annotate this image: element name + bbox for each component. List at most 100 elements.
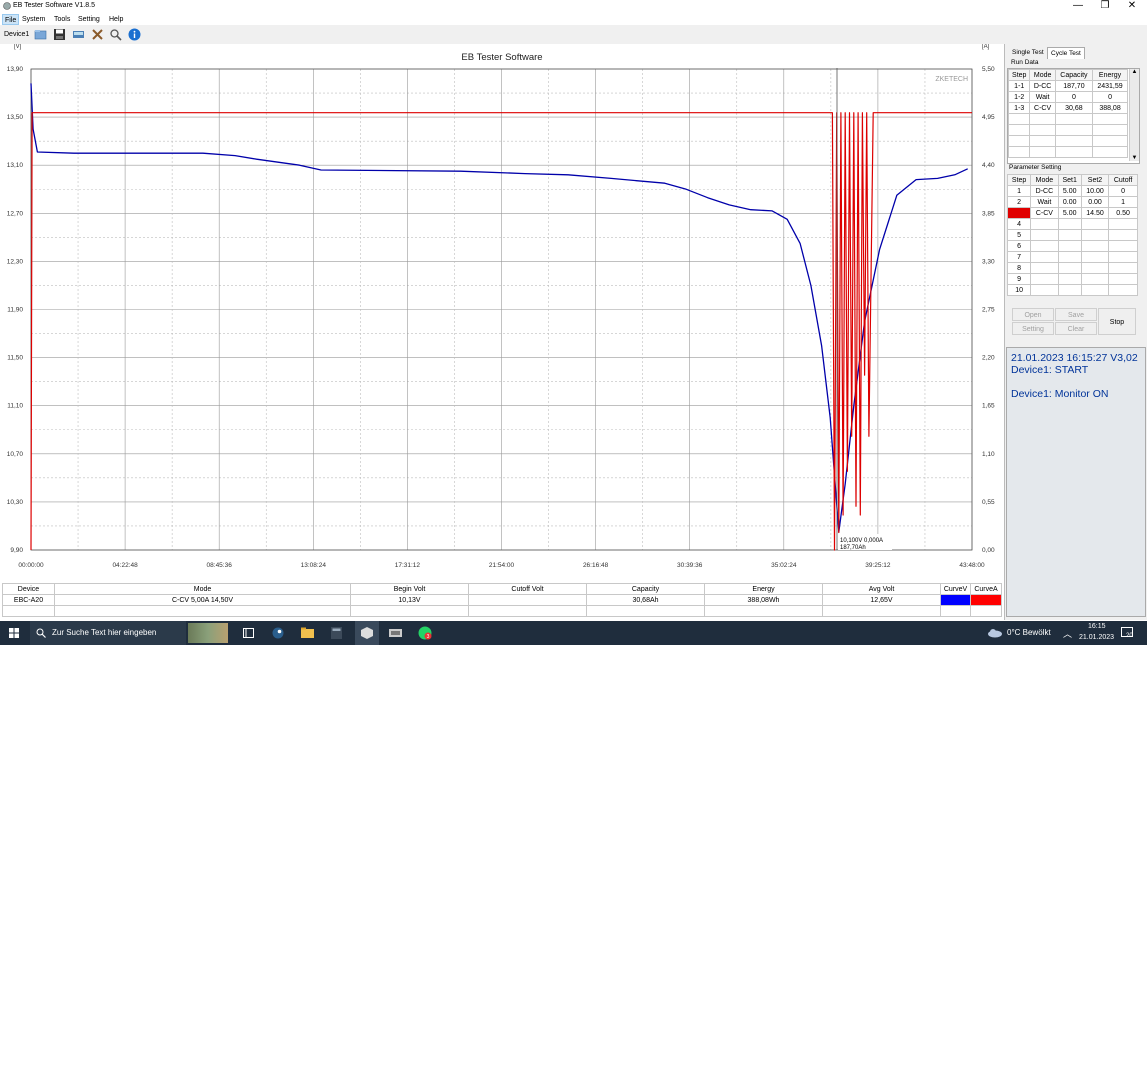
table-row-active[interactable]: 3 C-CV 5.00 14.50 0.50	[1006, 207, 1138, 219]
cell: 0	[1092, 91, 1128, 103]
header-capacity: Capacity	[586, 583, 705, 595]
device-status-table[interactable]: Device Mode Begin Volt Cutoff Volt Capac…	[2, 583, 1002, 617]
tab-single-test[interactable]: Single Test	[1009, 47, 1047, 58]
open-button[interactable]: Open	[1012, 308, 1054, 321]
cell: 388,08	[1092, 102, 1128, 114]
task-view-icon[interactable]	[243, 628, 254, 638]
table-row[interactable]: 6	[1006, 240, 1138, 252]
monitor-icon[interactable]	[72, 28, 85, 41]
cell-mode: C-CV 5,00A 14,50V	[54, 594, 351, 606]
tools-icon[interactable]	[91, 28, 104, 41]
y2-tick-label: 4,40	[982, 162, 995, 169]
clear-button[interactable]: Clear	[1055, 322, 1097, 335]
setting-button[interactable]: Setting	[1012, 322, 1054, 335]
save-button[interactable]: Save	[1055, 308, 1097, 321]
steam-icon[interactable]	[272, 627, 284, 639]
stop-button[interactable]: Stop	[1098, 308, 1136, 335]
table-row[interactable]: 1-2 Wait 0 0	[1007, 91, 1128, 103]
cell: 2431,59	[1092, 80, 1128, 92]
run-data-label: Run Data	[1011, 59, 1039, 66]
run-data-scrollbar[interactable]: ▲ ▼	[1129, 69, 1139, 161]
table-row[interactable]: 8	[1006, 262, 1138, 274]
zoom-icon[interactable]	[109, 28, 122, 41]
cloud-icon	[988, 629, 1002, 638]
x-tick-label: 21:54:00	[489, 562, 515, 569]
open-folder-icon[interactable]	[34, 28, 47, 41]
cell: C-CV	[1030, 207, 1059, 219]
x-tick-label: 39:25:12	[865, 562, 891, 569]
header-begin-volt: Begin Volt	[350, 583, 469, 595]
table-row[interactable]: EBC-A20 C-CV 5,00A 14,50V 10,13V 30,68Ah…	[2, 594, 1002, 606]
network-app-icon[interactable]	[389, 627, 402, 639]
close-button[interactable]: ✕	[1119, 0, 1145, 13]
whatsapp-icon[interactable]: 3	[418, 626, 432, 640]
header-energy: Energy	[704, 583, 823, 595]
taskbar-search[interactable]: Zur Suche Text hier eingeben	[30, 621, 228, 645]
y-tick-label: 9,90	[10, 547, 23, 554]
eb-tester-app-icon[interactable]	[361, 627, 373, 639]
log-box[interactable]: 21.01.2023 16:15:27 V3,02 Device1: START…	[1006, 347, 1146, 617]
save-icon[interactable]	[53, 28, 66, 41]
run-data-table[interactable]: Step Mode Capacity Energy 1-1 D-CC 187,70 2…	[1007, 68, 1140, 164]
restore-button[interactable]: ❐	[1092, 0, 1118, 13]
header-device: Device	[2, 583, 55, 595]
cell: 14.50	[1080, 207, 1110, 219]
table-row[interactable]: 9	[1006, 273, 1138, 285]
taskbar: Zur Suche Text hier eingeben 3 0°C Bewöl…	[0, 621, 1147, 645]
y-tick-label: 11,10	[7, 403, 23, 410]
tab-cycle-test[interactable]: Cycle Test	[1047, 47, 1085, 59]
weather-text[interactable]: 0°C Bewölkt	[1007, 628, 1051, 637]
scroll-up-icon[interactable]: ▲	[1130, 69, 1139, 75]
table-row[interactable]: 1-3 C-CV 30,68 388,08	[1007, 102, 1128, 114]
cell-energy: 388,08Wh	[704, 594, 823, 606]
table-row[interactable]: 5	[1006, 229, 1138, 241]
param-header-step: Step	[1006, 174, 1032, 186]
curve-v-color[interactable]	[940, 594, 971, 606]
menu-file[interactable]: File	[2, 14, 20, 25]
table-row[interactable]: 1 D-CC 5.00 10.00 0	[1006, 185, 1138, 197]
cell-cutoff-volt	[468, 594, 587, 606]
chart-area[interactable]: [V] [A] EB Tester Software ZKETECH 13,90…	[0, 44, 1004, 582]
curve-a-color[interactable]	[970, 594, 1002, 606]
minimize-button[interactable]: —	[1065, 0, 1091, 13]
menu-system[interactable]: System	[20, 14, 47, 25]
table-row[interactable]: 10	[1006, 284, 1138, 296]
y-tick-label: 11,50	[7, 355, 23, 362]
cell: 0.50	[1108, 207, 1138, 219]
scroll-down-icon[interactable]: ▼	[1130, 155, 1139, 161]
file-explorer-icon[interactable]	[301, 627, 314, 638]
cell: Wait	[1029, 91, 1056, 103]
right-axis-unit: [A]	[982, 44, 990, 50]
y2-tick-label: 2,75	[982, 307, 995, 314]
table-row[interactable]: 1-1 D-CC 187,70 2431,59	[1007, 80, 1128, 92]
device-selector[interactable]: Device1	[4, 31, 29, 38]
cell: 5	[1006, 229, 1032, 241]
svg-text:3: 3	[427, 634, 430, 640]
active-step-cell: 3	[1006, 207, 1032, 219]
left-axis-unit: [V]	[14, 44, 22, 50]
param-setting-table[interactable]: Step Mode Set1 Set2 Cutoff 1 D-CC 5.00 10.0…	[1006, 174, 1138, 296]
windows-start-icon[interactable]	[9, 628, 19, 638]
calculator-icon[interactable]	[331, 627, 342, 639]
cell: 187,70	[1054, 80, 1094, 92]
table-row[interactable]: 2 Wait 0.00 0.00 1	[1006, 196, 1138, 208]
y2-tick-label: 2,20	[982, 355, 995, 362]
chart-title: EB Tester Software	[461, 52, 542, 63]
menu-help[interactable]: Help	[107, 14, 125, 25]
run-header-capacity: Capacity	[1054, 69, 1094, 81]
table-row[interactable]: 4	[1006, 218, 1138, 230]
y2-tick-label: 3,30	[982, 258, 995, 265]
cell: Wait	[1030, 196, 1059, 208]
y2-tick-label: 5,50	[982, 66, 995, 73]
menu-setting[interactable]: Setting	[76, 14, 102, 25]
cell: 5.00	[1057, 207, 1082, 219]
clock-time[interactable]: 16:15	[1088, 623, 1106, 630]
header-curvea: CurveA	[970, 583, 1002, 595]
menu-tools[interactable]: Tools	[52, 14, 72, 25]
table-row[interactable]: 7	[1006, 251, 1138, 263]
info-icon[interactable]	[128, 28, 141, 41]
cell: 1-3	[1007, 102, 1031, 114]
chevron-up-icon[interactable]: ︿	[1063, 627, 1072, 640]
clock-date[interactable]: 21.01.2023	[1079, 634, 1114, 641]
